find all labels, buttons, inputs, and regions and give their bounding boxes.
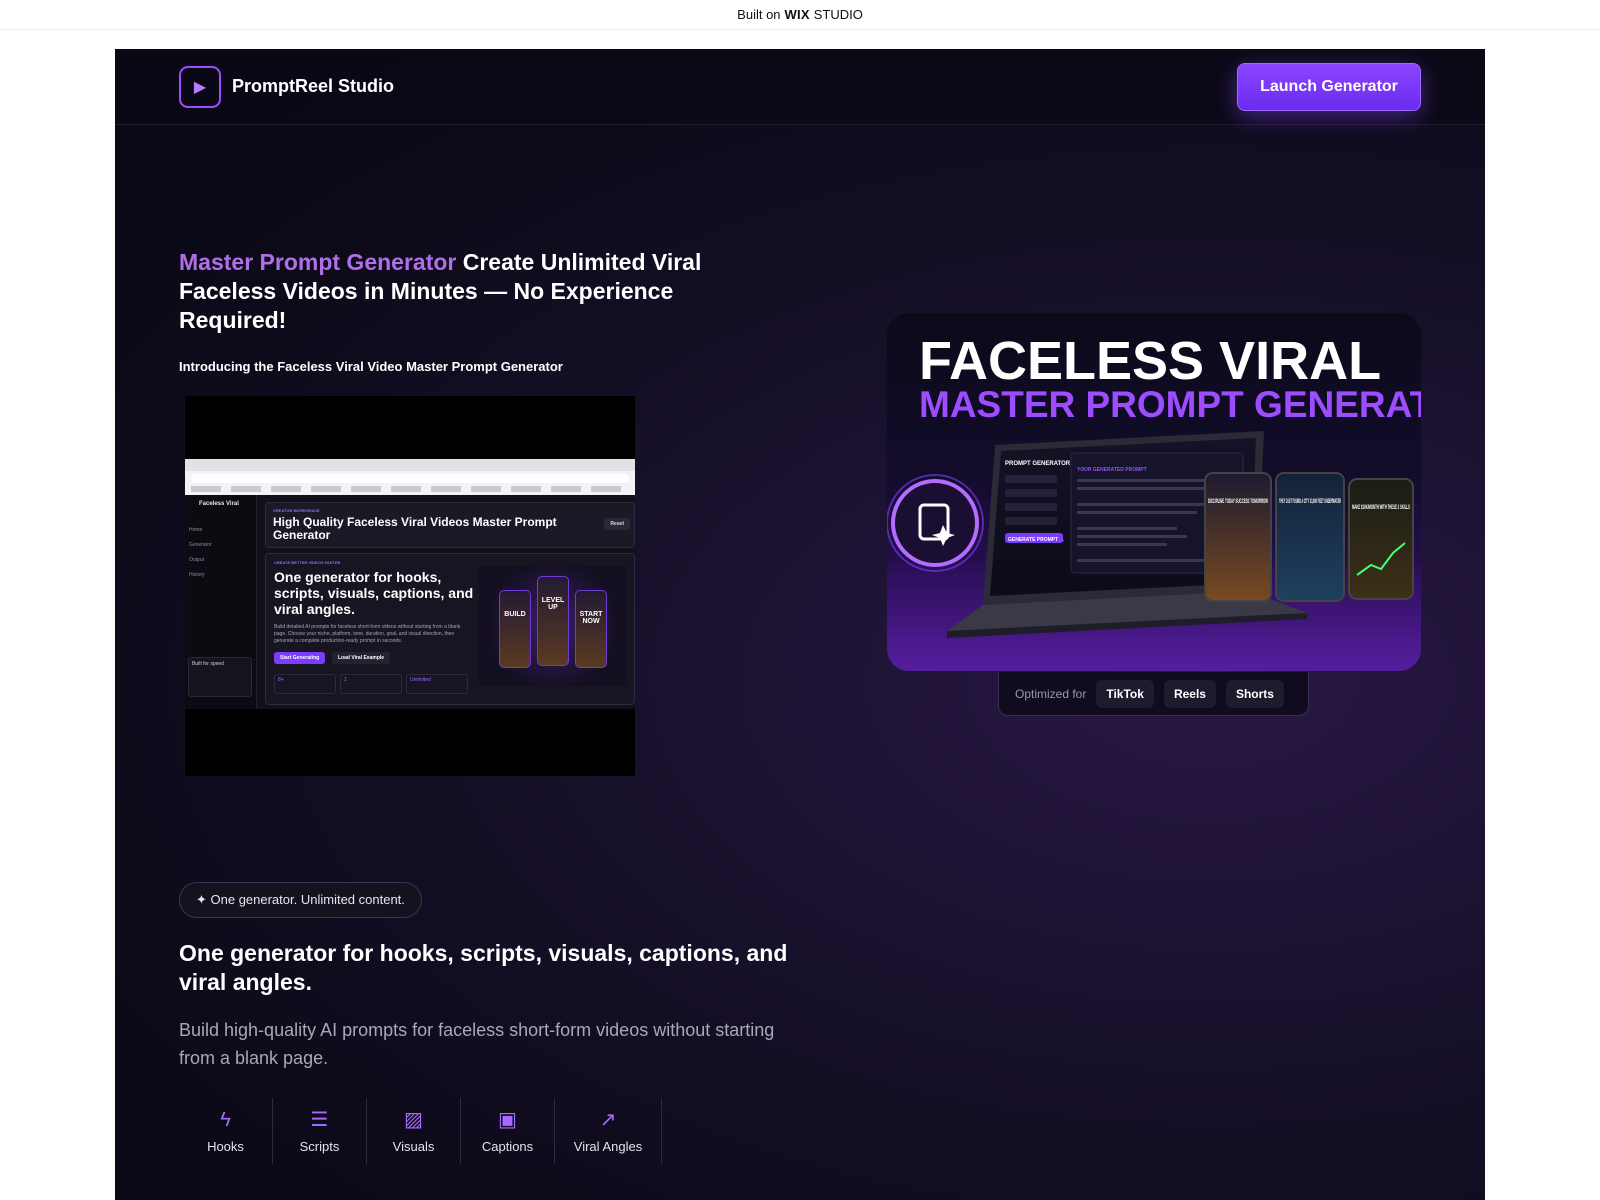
phone-2-caption: THEY JUST FOUND A CITY 33,000 FEET UNDER… <box>1279 499 1341 505</box>
section-description: Build high-quality AI prompts for facele… <box>179 1020 775 1068</box>
phone-1-caption: DISCIPLINE TODAY SUCCESS TOMORROW <box>1208 499 1268 505</box>
video-frame: Faceless Viral Home Generator Output His… <box>185 459 635 709</box>
video-header-title: High Quality Faceless Viral Videos Maste… <box>273 515 557 542</box>
pattern-icon: ▨ <box>404 1108 423 1131</box>
video-sidebar-item: Output <box>189 557 205 563</box>
video-sidebar: Faceless Viral Home Generator Output His… <box>185 495 257 709</box>
video-sidebar-item: History <box>189 572 205 578</box>
feature-label: Viral Angles <box>573 1138 643 1154</box>
video-stat: 8+ <box>274 674 336 694</box>
optimized-for-bar: Optimized for TikTok Reels Shorts <box>998 672 1309 716</box>
wix-logo: WIX <box>784 7 810 22</box>
hero-title: Master Prompt Generator Create Unlimited… <box>179 248 759 335</box>
video-phone: BUILD <box>499 590 531 668</box>
video-card-desc: Build detailed AI prompts for faceless s… <box>274 624 461 644</box>
hero-headline-1: FACELESS VIRAL <box>919 331 1381 391</box>
play-logo-icon[interactable]: ▶ <box>179 66 221 108</box>
platform-chip-shorts: Shorts <box>1225 679 1284 708</box>
feature-list: ϟ Hooks ☰ Scripts ▨ Visuals ▣ Captions ↗… <box>179 1098 662 1164</box>
laptop-generate-button: GENERATE PROMPT → <box>1008 537 1065 543</box>
hero-artwork: FACELESS VIRAL MASTER PROMPT GENERATOR P… <box>887 331 1421 671</box>
feature-visuals: ▨ Visuals <box>367 1098 461 1164</box>
video-reset-button: Reset <box>604 518 630 530</box>
video-phone: LEVEL UP <box>537 576 569 666</box>
wix-banner[interactable]: Built on WIX STUDIO <box>0 0 1600 30</box>
video-sidebar-item: Generator <box>189 542 212 548</box>
video-phone: START NOW <box>575 590 607 668</box>
wix-banner-prefix: Built on <box>737 7 781 22</box>
video-speed-card: Built for speed <box>188 657 252 697</box>
lines-icon: ☰ <box>310 1108 329 1131</box>
wix-studio-label: STUDIO <box>813 7 863 22</box>
video-stat: Unlimited <box>406 674 468 694</box>
feature-label: Scripts <box>299 1138 340 1154</box>
top-nav: ▶ PromptReel Studio Launch Generator <box>115 49 1485 125</box>
video-card-title: One generator for hooks, scripts, visual… <box>274 569 474 617</box>
platform-chip-tiktok: TikTok <box>1096 679 1154 708</box>
video-start-button: Start Generating <box>274 652 326 664</box>
feature-label: Hooks <box>207 1138 244 1154</box>
video-hero-card: CREATE BETTER VIDEOS FASTER One generato… <box>265 553 635 705</box>
video-header-kicker: CREATOR WORKSPACE <box>273 508 320 513</box>
feature-label: Captions <box>481 1138 534 1154</box>
hero-product-image: FACELESS VIRAL MASTER PROMPT GENERATOR P… <box>887 313 1421 671</box>
video-phones-image: BUILD LEVEL UP START NOW <box>479 566 627 686</box>
brand-name[interactable]: PromptReel Studio <box>232 76 394 97</box>
frame-icon: ▣ <box>498 1108 517 1131</box>
video-sidebar-title: Faceless Viral <box>199 501 239 507</box>
laptop-output-title: YOUR GENERATED PROMPT <box>1077 467 1147 473</box>
feature-scripts: ☰ Scripts <box>273 1098 367 1164</box>
demo-video[interactable]: Faceless Viral Home Generator Output His… <box>185 396 635 776</box>
lightning-icon: ϟ <box>220 1108 231 1131</box>
video-example-button: Load Viral Example <box>332 652 391 664</box>
feature-label: Visuals <box>392 1138 435 1154</box>
hero-title-accent: Master Prompt Generator <box>179 249 457 275</box>
video-sidebar-item: Home <box>189 527 203 533</box>
tagline-pill: ✦ One generator. Unlimited content. <box>179 882 422 918</box>
feature-hooks: ϟ Hooks <box>179 1098 273 1164</box>
video-header-card: CREATOR WORKSPACE High Quality Faceless … <box>265 502 635 548</box>
trend-arrow-icon: ↗ <box>599 1108 617 1131</box>
feature-viral-angles: ↗ Viral Angles <box>555 1098 662 1164</box>
hero-subtitle: Introducing the Faceless Viral Video Mas… <box>179 359 563 374</box>
video-browser-chrome <box>185 459 635 495</box>
optimized-label: Optimized for <box>1015 686 1087 701</box>
platform-chip-reels: Reels <box>1163 679 1216 708</box>
phone-3-caption: MAKE $10K/MONTH WITH THESE 3 SKILLS <box>1352 505 1410 511</box>
video-card-kicker: CREATE BETTER VIDEOS FASTER <box>274 560 341 565</box>
launch-generator-button[interactable]: Launch Generator <box>1237 63 1421 111</box>
page: ▶ PromptReel Studio Launch Generator Mas… <box>115 49 1485 1200</box>
laptop-panel-title: PROMPT GENERATOR <box>1005 461 1071 467</box>
video-stat: 1 <box>340 674 402 694</box>
hero-headline-2: MASTER PROMPT GENERATOR <box>919 384 1421 425</box>
section-title: One generator for hooks, scripts, visual… <box>179 940 788 995</box>
feature-captions: ▣ Captions <box>461 1098 555 1164</box>
